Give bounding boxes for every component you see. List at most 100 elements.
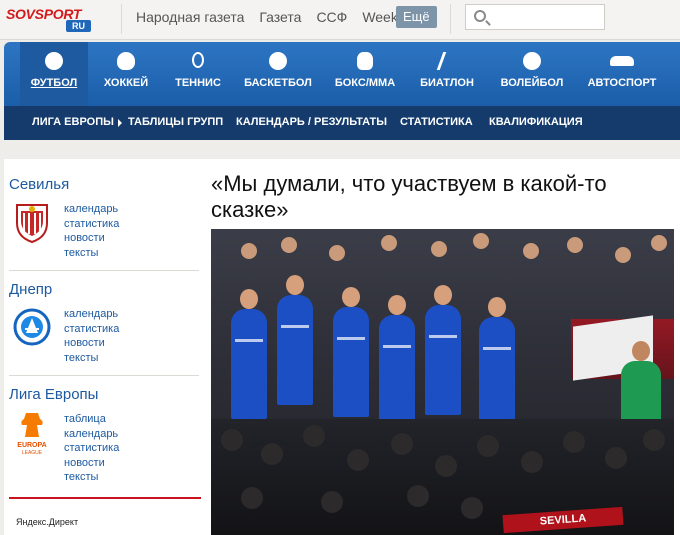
team-links: календарь статистика новости тексты [64, 202, 119, 260]
photo-player [425, 285, 461, 415]
link-narodnaya-gazeta[interactable]: Народная газета [136, 9, 244, 25]
link-ssf[interactable]: ССФ [316, 9, 347, 25]
photo-player [379, 295, 415, 425]
nav-hockey[interactable]: ХОККЕЙ [96, 42, 156, 106]
photo-crowd [329, 245, 345, 261]
photo-fan [221, 429, 243, 451]
subnav-statistics[interactable]: СТАТИСТИКА [400, 116, 473, 128]
photo-crowd [473, 233, 489, 249]
link-statistics[interactable]: статистика [64, 322, 119, 337]
nav-label: БИАТЛОН [420, 77, 474, 89]
nav-boxing-mma[interactable]: БОКС/ММА [332, 42, 398, 106]
soccer-ball-icon [45, 52, 63, 70]
nav-biathlon[interactable]: БИАТЛОН [416, 42, 478, 106]
photo-crowd [615, 247, 631, 263]
subnav-calendar-results[interactable]: КАЛЕНДАРЬ / РЕЗУЛЬТАТЫ [236, 116, 387, 128]
article: «Мы думали, что участвуем в какой-то ска… [211, 159, 680, 535]
divider [9, 375, 199, 376]
top-bar: SOVSPORT RU Народная газета Газета ССФ W… [0, 0, 680, 40]
link-calendar[interactable]: календарь [64, 427, 119, 442]
photo-shirt-stripe [483, 347, 511, 350]
subnav-group-tables[interactable]: ТАБЛИЦЫ ГРУПП [128, 116, 223, 128]
photo-shirt-stripe [383, 345, 411, 348]
team-block-dnipro: Днепр календарь статистика новости текст… [9, 281, 199, 364]
photo-crowd [241, 243, 257, 259]
skier-icon [436, 52, 458, 70]
nav-label: БОКС/ММА [334, 77, 396, 89]
search-input[interactable] [465, 4, 605, 30]
link-news[interactable]: новости [64, 336, 119, 351]
yandex-direct-label[interactable]: Яндекс.Директ [16, 517, 78, 527]
chevron-right-icon [118, 119, 122, 127]
photo-shirt-stripe [429, 335, 457, 338]
boxing-glove-icon [357, 52, 373, 70]
photo-player [277, 275, 313, 405]
team-name[interactable]: Севилья [9, 176, 199, 193]
team-block-sevilla: Севилья календарь статистика новости тек… [9, 176, 199, 259]
photo-fan [563, 431, 585, 453]
link-calendar[interactable]: календарь [64, 202, 119, 217]
link-news[interactable]: новости [64, 456, 119, 471]
link-statistics[interactable]: статистика [64, 217, 119, 232]
subnav-europa-league[interactable]: ЛИГА ЕВРОПЫ [32, 116, 114, 128]
car-icon [610, 56, 634, 66]
link-texts[interactable]: тексты [64, 351, 119, 366]
photo-fan [241, 487, 263, 509]
link-table[interactable]: таблица [64, 412, 119, 427]
photo-shirt-stripe [235, 339, 263, 342]
main-content: Севилья календарь статистика новости тек… [4, 159, 680, 535]
nav-tennis[interactable]: ТЕННИС [170, 42, 226, 106]
link-gazeta[interactable]: Газета [259, 9, 301, 25]
link-texts[interactable]: тексты [64, 246, 119, 261]
sovsport-logo[interactable]: SOVSPORT RU [6, 2, 112, 36]
sports-nav: ФУТБОЛ ХОККЕЙ ТЕННИС БАСКЕТБОЛ БОКС/ММА … [4, 42, 680, 106]
photo-crowd [567, 237, 583, 253]
photo-crowd [651, 235, 667, 251]
more-button[interactable]: Ещё [396, 6, 437, 28]
nav-basketball[interactable]: БАСКЕТБОЛ [242, 42, 314, 106]
sidebar: Севилья календарь статистика новости тек… [4, 159, 201, 535]
team-name[interactable]: Днепр [9, 281, 199, 298]
photo-fan [321, 491, 343, 513]
divider [450, 4, 451, 34]
photo-fan [643, 429, 665, 451]
nav-label: ХОККЕЙ [103, 77, 149, 89]
article-photo[interactable]: SEVILLA [211, 229, 674, 535]
link-statistics[interactable]: статистика [64, 441, 119, 456]
nav-label: ФУТБОЛ [30, 77, 78, 89]
europa-league-logo-icon[interactable]: EUROPA LEAGUE [13, 411, 51, 457]
photo-fan [435, 455, 457, 477]
photo-player [479, 297, 515, 427]
nav-volleyball[interactable]: ВОЛЕЙБОЛ [498, 42, 566, 106]
link-news[interactable]: новости [64, 231, 119, 246]
photo-crowd [523, 243, 539, 259]
team-name[interactable]: Лига Европы [9, 386, 199, 403]
sevilla-crest-icon[interactable] [13, 201, 51, 243]
subnav-qualification[interactable]: КВАЛИФИКАЦИЯ [489, 116, 583, 128]
photo-fan [461, 497, 483, 519]
nav-motorsport[interactable]: АВТОСПОРТ [584, 42, 660, 106]
link-calendar[interactable]: календарь [64, 307, 119, 322]
photo-fan [407, 485, 429, 507]
nav-football[interactable]: ФУТБОЛ [20, 42, 88, 106]
photo-fan [477, 435, 499, 457]
photo-player [333, 287, 369, 417]
article-title[interactable]: «Мы думали, что участвуем в какой-то ска… [211, 171, 680, 223]
photo-crowd [431, 241, 447, 257]
link-texts[interactable]: тексты [64, 470, 119, 485]
photo-fan [303, 425, 325, 447]
divider [9, 270, 199, 271]
nav-label: БАСКЕТБОЛ [244, 77, 312, 89]
europa-league-logo-text: LEAGUE [22, 450, 43, 456]
photo-fan [261, 443, 283, 465]
nav-label: АВТОСПОРТ [587, 77, 657, 89]
photo-fan [521, 451, 543, 473]
europa-league-logo-text: EUROPA [17, 442, 46, 449]
search-icon [474, 10, 486, 22]
basketball-icon [269, 52, 287, 70]
team-block-europa-league: Лига Европы EUROPA LEAGUE таблица календ… [9, 386, 199, 483]
photo-player [231, 289, 267, 419]
tennis-racket-icon [192, 52, 204, 68]
nav-label: ВОЛЕЙБОЛ [500, 77, 564, 89]
dnipro-crest-icon[interactable] [13, 306, 51, 348]
